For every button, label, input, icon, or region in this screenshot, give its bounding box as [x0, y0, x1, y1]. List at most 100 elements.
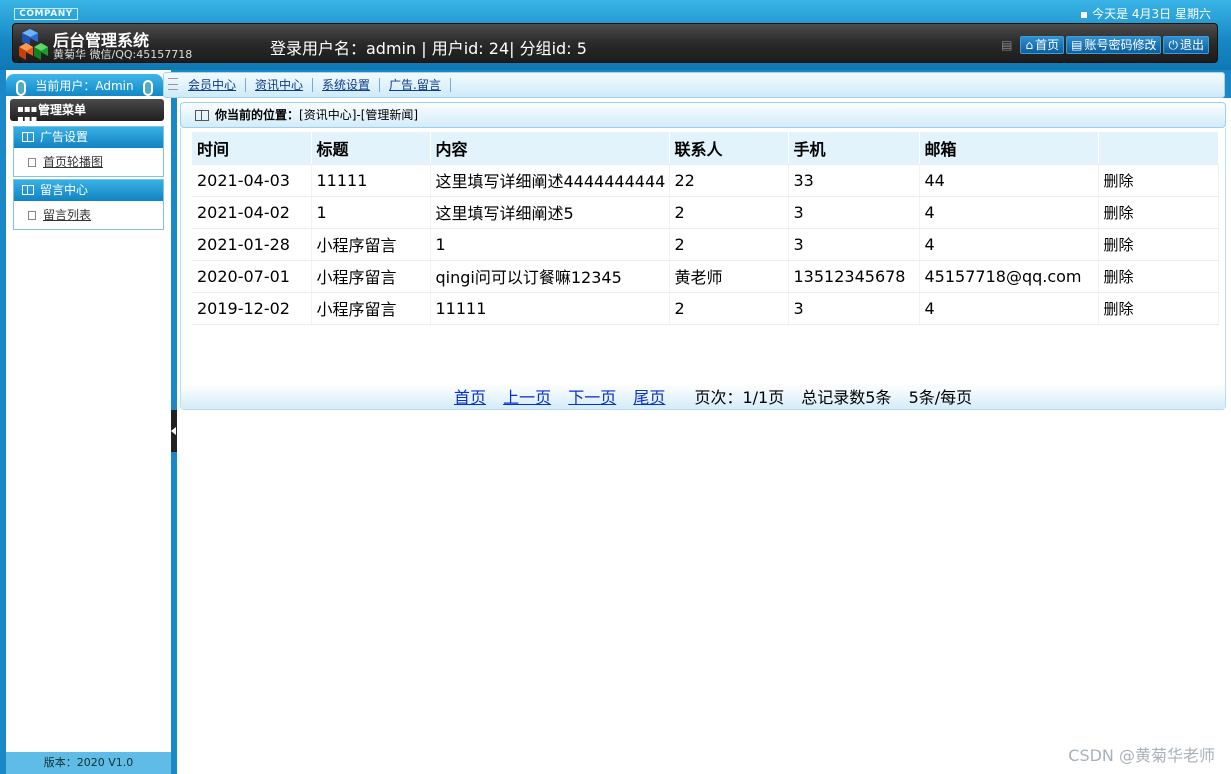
top-nav: 会员中心 资讯中心 系统设置 广告.留言 [163, 72, 1225, 98]
current-user: 当前用户：Admin [6, 74, 163, 96]
table-row: 2021-04-02 1 这里填写详细阐述5 2 3 4 删除 [192, 196, 1219, 229]
delete-link[interactable]: 删除 [1098, 260, 1219, 293]
main-panel: 你当前的位置：[资讯中心]-[管理新闻] 时间 标题 内容 联系人 手机 邮箱 [177, 98, 1231, 774]
nav-links: 会员中心 资讯中心 系统设置 广告.留言 [179, 78, 451, 92]
column-header: 邮箱 [919, 132, 1099, 165]
column-header: 联系人 [669, 132, 789, 165]
page-icon [28, 211, 36, 220]
cell-content: 1 [430, 228, 670, 261]
cell-time: 2021-04-02 [192, 196, 312, 229]
column-header: 手机 [788, 132, 920, 165]
book-icon [22, 185, 34, 195]
home-icon: ⌂ [1025, 38, 1034, 52]
cell-phone: 13512345678 [788, 260, 920, 293]
column-header [1098, 132, 1219, 165]
breadcrumb: 你当前的位置：[资讯中心]-[管理新闻] [180, 102, 1226, 128]
nav-member-center[interactable]: 会员中心 [179, 78, 247, 92]
cubes-logo-icon [19, 29, 48, 60]
group-header[interactable]: 留言中心 [14, 180, 163, 201]
cell-phone: 3 [788, 292, 920, 325]
grip-icon: ▤ [1001, 38, 1013, 52]
column-header: 内容 [430, 132, 670, 165]
cell-content: 这里填写详细阐述5 [430, 196, 670, 229]
menu-item-message-list[interactable]: 留言列表 [14, 201, 163, 229]
table-header-row: 时间 标题 内容 联系人 手机 邮箱 [192, 132, 1219, 165]
cell-title: 小程序留言 [311, 228, 431, 261]
menu-item-home-carousel[interactable]: 首页轮播图 [14, 148, 163, 176]
per-page: 5条/每页 [908, 388, 973, 407]
square-icon [1081, 11, 1088, 18]
delete-link[interactable]: 删除 [1098, 196, 1219, 229]
table-row: 2020-07-01 小程序留言 qingi问可以订餐嘛12345 黄老师 13… [192, 260, 1219, 293]
change-password-button[interactable]: ▤ 账号密码修改 [1066, 36, 1162, 54]
cell-contact: 2 [669, 292, 789, 325]
menu-group-ads: 广告设置 首页轮播图 [13, 126, 164, 177]
ring-icon [16, 80, 26, 96]
table-row: 2019-12-02 小程序留言 11111 2 3 4 删除 [192, 292, 1219, 325]
cell-email: 4 [919, 196, 1099, 229]
page-icon [28, 158, 36, 167]
cell-phone: 3 [788, 196, 920, 229]
last-page-link[interactable]: 尾页 [633, 388, 665, 407]
cell-contact: 2 [669, 196, 789, 229]
date-text: 今天是 4月3日 星期六 [1092, 7, 1211, 21]
login-info: 登录用户名：admin | 用户id: 24| 分组id: 5 [270, 39, 587, 58]
cell-content: 11111 [430, 292, 670, 325]
next-page-link[interactable]: 下一页 [568, 388, 616, 407]
table-row: 2021-01-28 小程序留言 1 2 3 4 删除 [192, 228, 1219, 261]
cell-time: 2021-04-03 [192, 164, 312, 197]
cell-title: 小程序留言 [311, 260, 431, 293]
company-logo: COMPANY [14, 8, 78, 20]
cell-contact: 2 [669, 228, 789, 261]
delete-link[interactable]: 删除 [1098, 292, 1219, 325]
prev-page-link[interactable]: 上一页 [503, 388, 551, 407]
cell-content: qingi问可以订餐嘛12345 [430, 260, 670, 293]
pagination: 首页 上一页 下一页 尾页 页次：1/1页 总记录数5条 5条/每页 [181, 384, 1225, 409]
watermark: CSDN @黄菊华老师 [1068, 746, 1215, 765]
top-actions: ▤ ⌂ 首页 ▤ 账号密码修改 ⏻ 退出 [1001, 36, 1209, 54]
header: COMPANY 今天是 4月3日 星期六 后台管理系统 黄菊华 微信/QQ:45… [0, 0, 1231, 70]
table-row: 2021-04-03 11111 这里填写详细阐述4444444444 22 3… [192, 164, 1219, 197]
book-icon [22, 132, 34, 142]
cell-contact: 22 [669, 164, 789, 197]
cell-phone: 3 [788, 228, 920, 261]
cell-email: 45157718@qq.com [919, 260, 1099, 293]
group-header[interactable]: 广告设置 [14, 127, 163, 148]
cell-content: 这里填写详细阐述4444444444 [430, 164, 670, 197]
logout-button[interactable]: ⏻ 退出 [1163, 36, 1209, 54]
cell-title: 小程序留言 [311, 292, 431, 325]
cell-time: 2019-12-02 [192, 292, 312, 325]
messages-table: 时间 标题 内容 联系人 手机 邮箱 2021-04-03 11111 这里填写… [192, 132, 1219, 325]
nav-system-settings[interactable]: 系统设置 [313, 78, 381, 92]
nav-news-center[interactable]: 资讯中心 [246, 78, 314, 92]
system-subtitle: 黄菊华 微信/QQ:45157718 [53, 48, 193, 61]
menu-title: ▪▪▪ ▪▪▪ 管理菜单 [10, 99, 164, 125]
header-bar: 后台管理系统 黄菊华 微信/QQ:45157718 登录用户名：admin | … [12, 23, 1218, 63]
delete-link[interactable]: 删除 [1098, 164, 1219, 197]
power-icon: ⏻ [1168, 38, 1178, 52]
page-info: 页次：1/1页 [694, 388, 785, 407]
home-button[interactable]: ⌂ 首页 [1020, 36, 1065, 54]
cell-time: 2020-07-01 [192, 260, 312, 293]
book-icon [195, 110, 209, 121]
cell-phone: 33 [788, 164, 920, 197]
column-header: 时间 [192, 132, 312, 165]
content-box: 时间 标题 内容 联系人 手机 邮箱 2021-04-03 11111 这里填写… [180, 128, 1226, 410]
cell-email: 4 [919, 228, 1099, 261]
cell-email: 44 [919, 164, 1099, 197]
cell-title: 11111 [311, 164, 431, 197]
ring-icon [143, 80, 153, 96]
delete-link[interactable]: 删除 [1098, 228, 1219, 261]
date-display: 今天是 4月3日 星期六 [1081, 5, 1211, 22]
document-icon: ▤ [1071, 38, 1083, 52]
grid-icon: ▪▪▪ ▪▪▪ [17, 104, 38, 125]
cell-title: 1 [311, 196, 431, 229]
total-records: 总记录数5条 [801, 388, 892, 407]
version-info: 版本：2020 V1.0 [6, 752, 171, 774]
menu-group-messages: 留言中心 留言列表 [13, 179, 164, 230]
first-page-link[interactable]: 首页 [454, 388, 486, 407]
column-header: 标题 [311, 132, 431, 165]
nav-ads-messages[interactable]: 广告.留言 [380, 78, 451, 92]
grip-icon [168, 78, 178, 90]
cell-email: 4 [919, 292, 1099, 325]
